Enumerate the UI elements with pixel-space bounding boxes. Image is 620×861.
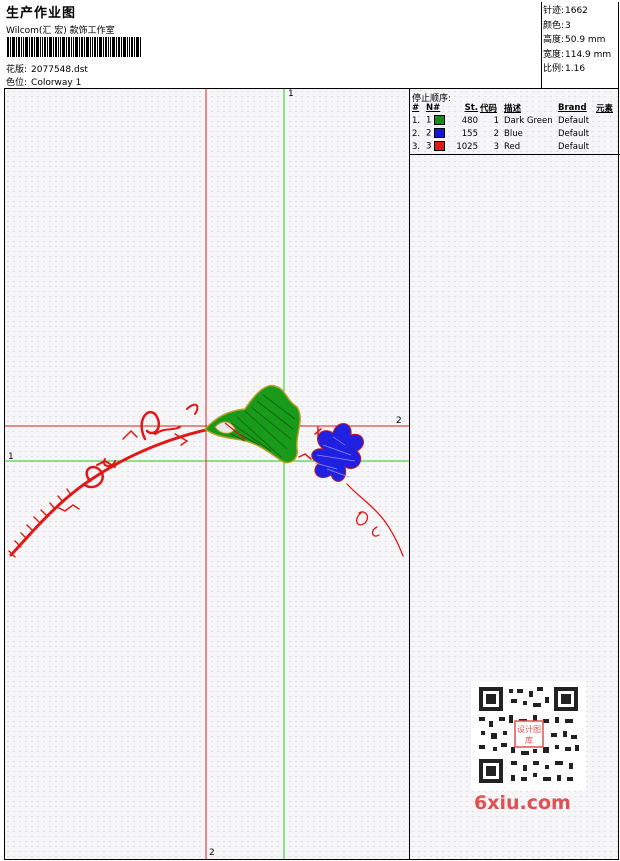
red-horizontal-guide-label: 2 [396,416,402,426]
colorway-line: 色位: Colorway 1 [6,75,81,88]
col-code: 代码 [480,104,498,114]
colorway-name: Colorway 1 [31,78,82,88]
col-num: # [412,103,420,113]
red-vertical-guide-label: 2 [209,848,215,858]
page-title: 生产作业图 [6,6,77,21]
green-vertical-guide-label: 1 [288,89,294,99]
stat-height: 高度:50.9 mm [543,35,606,46]
col-st: St. [464,103,478,113]
stat-stitches: 针迹:1662 [543,6,588,16]
table-row: 3. 3 1025 3 Red Default [412,141,590,152]
color-sequence-table: # N# St. 代码 描述 Brand 元素 1. 1 480 1 Dark … [411,102,618,153]
colorway-label: 色位: [6,78,28,88]
col-brand: Brand [558,103,587,113]
stat-scale: 比例:1.16 [543,64,586,75]
design-label: 花版: [6,65,28,75]
color-swatch [434,141,446,152]
table-row: 2. 2 155 2 Blue Default [412,128,590,139]
col-n: N# [426,103,441,113]
color-swatch [434,128,446,139]
watermark-text: 6xiu.com [474,792,571,814]
panel-divider [410,154,620,155]
color-table-header: # N# St. 代码 描述 Brand 元素 [411,102,618,114]
design-stats: 针迹:1662 颜色:3 高度:50.9 mm 宽度:114.9 mm 比例:1… [543,4,611,77]
barcode [7,37,141,57]
design-file-name: 2077548.dst [31,65,88,75]
col-desc: 描述 [504,104,522,114]
col-element: 元素 [596,104,614,114]
design-canvas: 1 1 2 2 [4,88,410,860]
green-horizontal-guide-label: 1 [8,452,14,462]
blue-flower [311,423,365,482]
design-file-line: 花版: 2077548.dst [6,62,88,75]
table-row: 1. 1 480 1 Dark Green Default [412,115,590,126]
studio-subtitle: Wilcom(汇 宏) 款饰工作室 [6,26,115,36]
qr-center-label: 设计图库 [517,725,541,745]
production-sheet: 生产作业图 Wilcom(汇 宏) 款饰工作室 花版: 2077548.dst 色… [0,0,620,861]
green-flower [203,384,301,464]
stat-colors: 颜色:3 [543,20,571,31]
stat-width: 宽度:114.9 mm [543,49,612,60]
design-preview [5,89,409,859]
color-swatch [434,115,446,126]
